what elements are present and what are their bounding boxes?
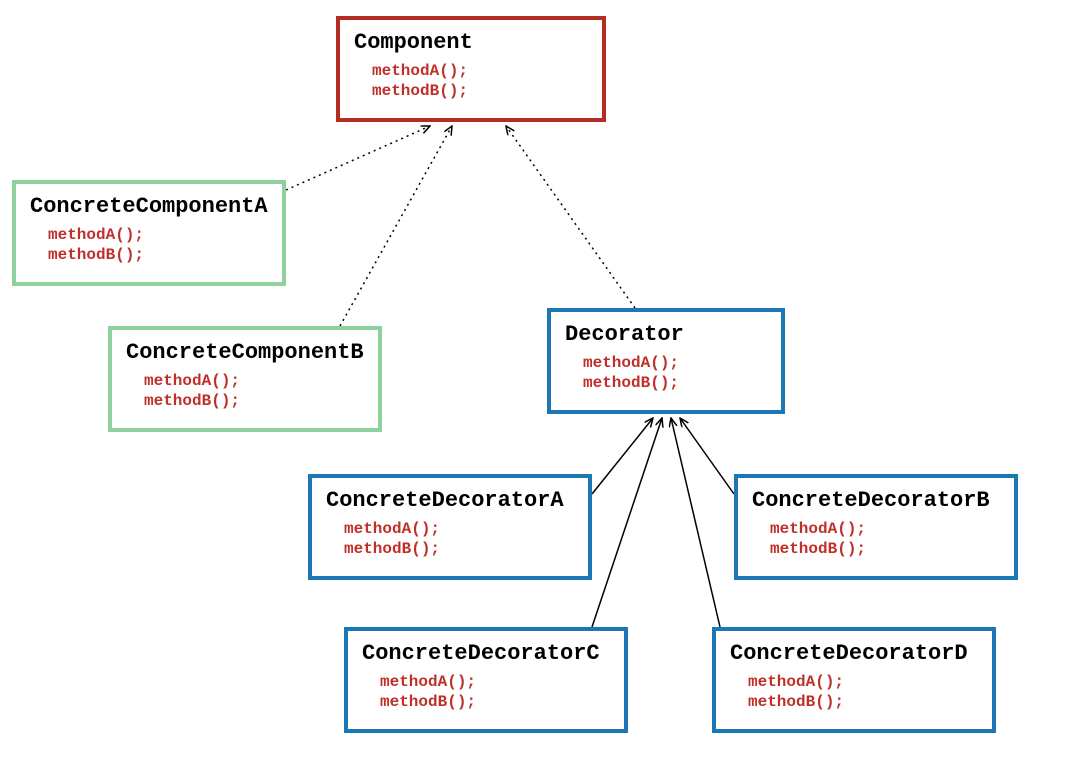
class-title: ConcreteDecoratorD: [730, 641, 978, 666]
class-methods: methodA(); methodB();: [326, 519, 574, 559]
class-title: ConcreteDecoratorB: [752, 488, 1000, 513]
arrow-decorator-to-component: [506, 126, 635, 308]
class-title: ConcreteDecoratorA: [326, 488, 574, 513]
class-title: ConcreteComponentA: [30, 194, 268, 219]
class-methods: methodA(); methodB();: [30, 225, 268, 265]
class-methods: methodA(); methodB();: [730, 672, 978, 712]
class-title: ConcreteComponentB: [126, 340, 364, 365]
arrow-concreteDecoratorA-to-decorator: [592, 418, 653, 494]
class-methods: methodA(); methodB();: [565, 353, 767, 393]
class-box-concrete-decorator-c: ConcreteDecoratorC methodA(); methodB();: [344, 627, 628, 733]
class-methods: methodA(); methodB();: [752, 519, 1000, 559]
arrow-concreteDecoratorD-to-decorator: [671, 418, 720, 627]
class-title: Decorator: [565, 322, 767, 347]
class-methods: methodA(); methodB();: [354, 61, 588, 101]
arrow-concreteComponentB-to-component: [340, 126, 452, 326]
class-title: Component: [354, 30, 588, 55]
class-box-concrete-decorator-a: ConcreteDecoratorA methodA(); methodB();: [308, 474, 592, 580]
arrow-concreteDecoratorC-to-decorator: [592, 418, 662, 627]
class-title: ConcreteDecoratorC: [362, 641, 610, 666]
class-box-concrete-decorator-b: ConcreteDecoratorB methodA(); methodB();: [734, 474, 1018, 580]
class-box-concrete-component-a: ConcreteComponentA methodA(); methodB();: [12, 180, 286, 286]
class-box-concrete-decorator-d: ConcreteDecoratorD methodA(); methodB();: [712, 627, 996, 733]
class-methods: methodA(); methodB();: [362, 672, 610, 712]
arrow-concreteDecoratorB-to-decorator: [680, 418, 734, 494]
arrow-concreteComponentA-to-component: [286, 126, 430, 190]
class-box-decorator: Decorator methodA(); methodB();: [547, 308, 785, 414]
class-methods: methodA(); methodB();: [126, 371, 364, 411]
class-box-concrete-component-b: ConcreteComponentB methodA(); methodB();: [108, 326, 382, 432]
class-box-component: Component methodA(); methodB();: [336, 16, 606, 122]
